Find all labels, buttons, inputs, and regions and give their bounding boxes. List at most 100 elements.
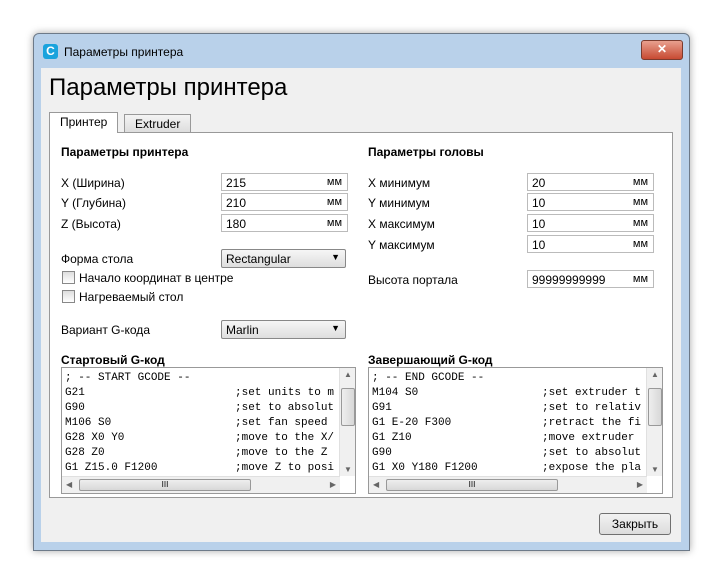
gcode-comment: ;retract the fi bbox=[542, 417, 642, 429]
tab-extruder[interactable]: Extruder bbox=[124, 114, 192, 133]
unit-label: мм bbox=[632, 217, 648, 229]
gcode-line: G21 ;set units to m bbox=[65, 386, 340, 401]
scroll-up-icon[interactable]: ▲ bbox=[651, 370, 659, 379]
title-bar[interactable]: C Параметры принтера ✕ bbox=[34, 34, 689, 68]
gcode-line: ; -- START GCODE -- bbox=[65, 371, 340, 386]
gcode-flavor-value: Marlin bbox=[226, 323, 259, 337]
gcode-comment: ;move extruder bbox=[542, 432, 635, 444]
center-origin-checkbox[interactable] bbox=[62, 271, 75, 284]
scroll-right-icon[interactable]: ▶ bbox=[637, 480, 643, 489]
unit-label: мм bbox=[326, 196, 342, 208]
x-min-field[interactable]: 20 мм bbox=[527, 173, 654, 191]
scroll-down-icon[interactable]: ▼ bbox=[651, 465, 659, 474]
gcode-line: G1 Z15.0 F1200 ;move Z to posi bbox=[65, 461, 340, 475]
gcode-flavor-select[interactable]: Marlin ▼ bbox=[221, 320, 346, 339]
scroll-right-icon[interactable]: ▶ bbox=[330, 480, 336, 489]
vertical-scrollbar[interactable]: ▲ ▼ bbox=[339, 368, 355, 476]
bed-shape-value: Rectangular bbox=[226, 252, 291, 266]
unit-label: мм bbox=[632, 238, 648, 250]
end-gcode-label: Завершающий G-код bbox=[368, 353, 493, 367]
scroll-left-icon[interactable]: ◀ bbox=[373, 480, 379, 489]
gcode-command: ; -- START GCODE -- bbox=[65, 372, 191, 384]
gcode-command: M104 S0 bbox=[372, 387, 419, 399]
tab-printer[interactable]: Принтер bbox=[49, 112, 119, 133]
window-title: Параметры принтера bbox=[64, 45, 184, 59]
center-origin-label: Начало координат в центре bbox=[79, 271, 234, 285]
scroll-thumb[interactable]: III bbox=[79, 479, 251, 491]
y-min-field[interactable]: 10 мм bbox=[527, 193, 654, 211]
printer-tab-panel: Параметры принтера X (Ширина) 215 мм Y (Г… bbox=[49, 132, 673, 498]
printer-settings-window: C Параметры принтера ✕ Параметры принтер… bbox=[33, 33, 690, 551]
unit-label: мм bbox=[326, 176, 342, 188]
gcode-command: G1 X0 Y180 F1200 bbox=[372, 462, 478, 474]
gcode-comment: ;set fan speed bbox=[235, 417, 328, 429]
scroll-down-icon[interactable]: ▼ bbox=[344, 465, 352, 474]
unit-label: мм bbox=[632, 176, 648, 188]
gcode-comment: ;move to the Z bbox=[235, 447, 328, 459]
z-height-field[interactable]: 180 мм bbox=[221, 214, 348, 232]
gcode-line: G28 Z0 ;move to the Z bbox=[65, 446, 340, 461]
x-label: X (Ширина) bbox=[61, 176, 125, 190]
start-gcode-label: Стартовый G-код bbox=[61, 353, 165, 367]
gcode-command: G90 bbox=[372, 447, 392, 459]
horizontal-scrollbar[interactable]: ◀ III ▶ bbox=[62, 476, 340, 493]
bed-shape-select[interactable]: Rectangular ▼ bbox=[221, 249, 346, 268]
heated-bed-label: Нагреваемый стол bbox=[79, 290, 184, 304]
gcode-line: M104 S0 ;set extruder t bbox=[372, 386, 647, 401]
scroll-thumb[interactable] bbox=[341, 388, 355, 426]
x-max-label: X максимум bbox=[368, 217, 435, 231]
x-min-value: 20 bbox=[532, 176, 546, 190]
gcode-line: M106 S0 ;set fan speed bbox=[65, 416, 340, 431]
x-max-value: 10 bbox=[532, 217, 546, 231]
z-label: Z (Высота) bbox=[61, 217, 121, 231]
gcode-line: G1 Z10 ;move extruder bbox=[372, 431, 647, 446]
gcode-command: G90 bbox=[65, 402, 85, 414]
gcode-comment: ;expose the pla bbox=[542, 462, 642, 474]
start-gcode-editor[interactable]: ; -- START GCODE -- G21 ;set units to m G90… bbox=[61, 367, 356, 494]
chevron-down-icon: ▼ bbox=[331, 323, 340, 333]
x-width-field[interactable]: 215 мм bbox=[221, 173, 348, 191]
scroll-thumb[interactable] bbox=[648, 388, 662, 426]
x-max-field[interactable]: 10 мм bbox=[527, 214, 654, 232]
y-label: Y (Глубина) bbox=[61, 196, 126, 210]
gcode-command: G1 E-20 F300 bbox=[372, 417, 452, 429]
page-title: Параметры принтера bbox=[49, 74, 288, 101]
y-depth-field[interactable]: 210 мм bbox=[221, 193, 348, 211]
scroll-left-icon[interactable]: ◀ bbox=[66, 480, 72, 489]
start-gcode-text[interactable]: ; -- START GCODE -- G21 ;set units to m G90… bbox=[65, 371, 340, 475]
chevron-down-icon: ▼ bbox=[331, 252, 340, 262]
app-icon: C bbox=[43, 44, 58, 59]
gcode-command: G1 Z10 bbox=[372, 432, 412, 444]
gantry-height-field[interactable]: 99999999999 мм bbox=[527, 270, 654, 288]
y-max-field[interactable]: 10 мм bbox=[527, 235, 654, 253]
gcode-command: G28 Z0 bbox=[65, 447, 105, 459]
end-gcode-editor[interactable]: ; -- END GCODE -- M104 S0 ;set extruder t G… bbox=[368, 367, 663, 494]
scroll-up-icon[interactable]: ▲ bbox=[344, 370, 352, 379]
gcode-command: ; -- END GCODE -- bbox=[372, 372, 485, 384]
gcode-command: M106 S0 bbox=[65, 417, 112, 429]
gcode-command: G91 bbox=[372, 402, 392, 414]
gcode-comment: ;move Z to posi bbox=[235, 462, 335, 474]
gcode-line: G28 X0 Y0 ;move to the X/ bbox=[65, 431, 340, 446]
y-min-value: 10 bbox=[532, 196, 546, 210]
end-gcode-text[interactable]: ; -- END GCODE -- M104 S0 ;set extruder t G… bbox=[372, 371, 647, 475]
gantry-height-label: Высота портала bbox=[368, 273, 458, 287]
y-min-label: Y минимум bbox=[368, 196, 430, 210]
vertical-scrollbar[interactable]: ▲ ▼ bbox=[646, 368, 662, 476]
unit-label: мм bbox=[632, 273, 648, 285]
gcode-comment: ;move to the X/ bbox=[235, 432, 335, 444]
y-max-value: 10 bbox=[532, 238, 546, 252]
x-min-label: X минимум bbox=[368, 176, 431, 190]
window-close-button[interactable]: ✕ bbox=[641, 40, 683, 60]
gcode-comment: ;set extruder t bbox=[542, 387, 642, 399]
gcode-comment: ;set to absolut bbox=[235, 402, 335, 414]
unit-label: мм bbox=[632, 196, 648, 208]
gcode-line: G1 E-20 F300 ;retract the fi bbox=[372, 416, 647, 431]
heated-bed-checkbox[interactable] bbox=[62, 290, 75, 303]
horizontal-scrollbar[interactable]: ◀ III ▶ bbox=[369, 476, 647, 493]
close-button[interactable]: Закрыть bbox=[599, 513, 671, 535]
gcode-line: G90 ;set to absolut bbox=[65, 401, 340, 416]
gcode-line: ; -- END GCODE -- bbox=[372, 371, 647, 386]
gcode-flavor-label: Вариант G-кода bbox=[61, 323, 150, 337]
scroll-thumb[interactable]: III bbox=[386, 479, 558, 491]
